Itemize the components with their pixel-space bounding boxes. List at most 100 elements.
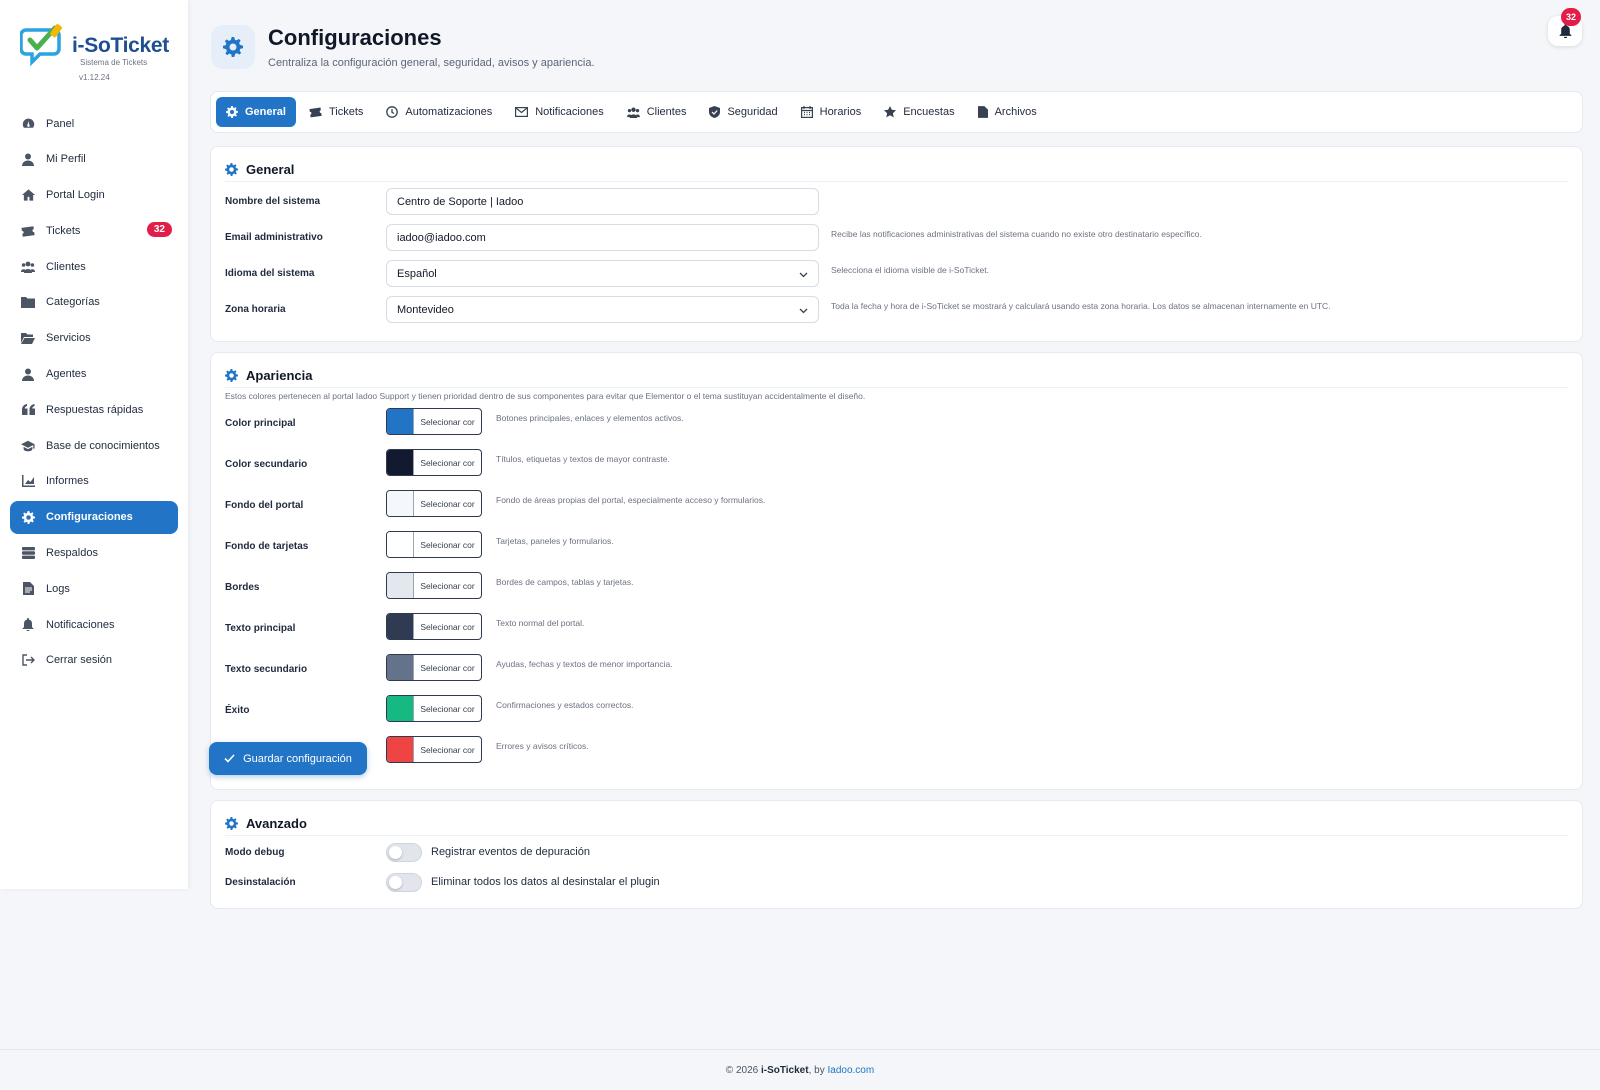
color-picker-label: Selecionar cor	[420, 539, 475, 550]
color-picker-secundario[interactable]: Selecionar cor	[386, 449, 482, 476]
color-picker-label: Selecionar cor	[420, 703, 475, 714]
admin-email-input[interactable]: iadoo@iadoo.com	[386, 224, 819, 251]
color-label: Éxito	[225, 705, 250, 716]
sidebar-item-mi-perfil[interactable]: Mi Perfil	[10, 143, 178, 176]
sidebar-item-tickets[interactable]: Tickets 32	[10, 214, 178, 247]
logout-icon	[21, 653, 35, 667]
home-icon	[21, 188, 35, 202]
tab-clientes[interactable]: Clientes	[617, 97, 697, 127]
advanced-card: Avanzado Modo debug Registrar eventos de…	[210, 800, 1583, 909]
color-label: Color principal	[225, 418, 296, 429]
sidebar-item-cerrar-sesion[interactable]: Cerrar sesión	[10, 644, 178, 677]
sidebar-item-agentes[interactable]: Agentes	[10, 358, 178, 391]
sidebar-item-notificaciones[interactable]: Notificaciones	[10, 608, 178, 641]
sidebar-item-label: Agentes	[46, 368, 87, 381]
general-card: General Nombre del sistema Centro de Sop…	[210, 146, 1583, 342]
gear-icon	[225, 816, 238, 830]
section-title-apariencia: Apariencia	[225, 365, 312, 385]
color-hint: Ayudas, fechas y textos de menor importa…	[496, 659, 673, 669]
tab-general[interactable]: General	[216, 97, 296, 127]
ticket-icon	[309, 106, 322, 118]
color-picker-label: Selecionar cor	[420, 662, 475, 673]
chevron-down-icon	[799, 305, 808, 317]
tab-label: Seguridad	[727, 106, 778, 118]
notification-count-badge: 32	[1561, 8, 1581, 26]
debug-mode-toggle[interactable]	[386, 843, 422, 862]
chevron-down-icon	[799, 269, 808, 281]
select-value: Montevideo	[397, 303, 454, 316]
sidebar-item-portal-login[interactable]: Portal Login	[10, 179, 178, 212]
tab-encuestas[interactable]: Encuestas	[874, 97, 964, 127]
sidebar-item-clientes[interactable]: Clientes	[10, 250, 178, 283]
uninstall-toggle[interactable]	[386, 873, 422, 892]
color-picker-label: Selecionar cor	[420, 621, 475, 632]
sidebar-item-label: Tickets	[46, 224, 81, 237]
tab-label: Horarios	[819, 106, 862, 118]
color-picker-error[interactable]: Selecionar cor	[386, 736, 482, 763]
toggle-knob	[389, 876, 402, 889]
footer-product: i-SoTicket	[760, 1065, 809, 1076]
tab-seguridad[interactable]: Seguridad	[699, 97, 787, 127]
section-title-text: Avanzado	[246, 815, 307, 831]
color-picker-fondo-portal[interactable]: Selecionar cor	[386, 490, 482, 517]
tab-archivos[interactable]: Archivos	[968, 97, 1047, 127]
color-swatch	[387, 491, 414, 516]
color-picker-principal[interactable]: Selecionar cor	[386, 408, 482, 435]
gear-icon	[21, 510, 35, 524]
envelope-icon	[515, 107, 529, 117]
bell-icon	[21, 618, 35, 632]
color-picker-bordes[interactable]: Selecionar cor	[386, 572, 482, 599]
save-button[interactable]: Guardar configuración	[209, 742, 367, 775]
tab-label: Tickets	[328, 106, 364, 118]
sidebar-item-label: Logs	[46, 582, 70, 595]
appearance-note: Estos colores pertenecen al portal Iadoo…	[225, 391, 866, 401]
timezone-select[interactable]: Montevideo	[386, 296, 819, 323]
sidebar-item-respuestas-rapidas[interactable]: Respuestas rápidas	[10, 393, 178, 426]
sidebar-item-informes[interactable]: Informes	[10, 465, 178, 498]
footer-link[interactable]: Iadoo.com	[827, 1065, 874, 1076]
color-label: Bordes	[225, 582, 260, 593]
field-label: Email administrativo	[225, 232, 323, 243]
color-picker-texto-secundario[interactable]: Selecionar cor	[386, 654, 482, 681]
sidebar-item-panel[interactable]: Panel	[10, 107, 178, 140]
tab-automatizaciones[interactable]: Automatizaciones	[376, 97, 502, 127]
color-label: Texto principal	[225, 623, 296, 634]
system-name-input[interactable]: Centro de Soporte | Iadoo	[386, 188, 819, 215]
color-label: Color secundario	[225, 459, 308, 470]
divider	[225, 835, 1568, 836]
color-picker-texto-principal[interactable]: Selecionar cor	[386, 613, 482, 640]
page-icon	[211, 25, 255, 69]
language-select[interactable]: Español	[386, 260, 819, 287]
uninstall-label: Eliminar todos los datos al desinstalar …	[431, 876, 660, 888]
sidebar-item-label: Configuraciones	[46, 511, 133, 524]
footer-by: , by	[808, 1065, 828, 1076]
color-picker-fondo-tarjetas[interactable]: Selecionar cor	[386, 531, 482, 558]
save-button-label: Guardar configuración	[243, 752, 352, 765]
sidebar-item-categorias[interactable]: Categorías	[10, 286, 178, 319]
color-hint: Tarjetas, paneles y formularios.	[496, 536, 614, 546]
color-swatch	[387, 655, 414, 680]
shield-icon	[709, 106, 721, 118]
color-picker-exito[interactable]: Selecionar cor	[386, 695, 482, 722]
logo[interactable]: i-SoTicket Sistema de Tickets v1.12.24	[20, 22, 180, 84]
sidebar-item-configuraciones[interactable]: Configuraciones	[10, 500, 178, 534]
color-hint: Confirmaciones y estados correctos.	[496, 700, 634, 710]
chart-icon	[21, 474, 35, 488]
page-subtitle: Centraliza la configuración general, seg…	[268, 57, 595, 69]
sidebar-item-respaldos[interactable]: Respaldos	[10, 537, 178, 570]
tab-notificaciones[interactable]: Notificaciones	[505, 97, 613, 127]
tab-tickets[interactable]: Tickets	[299, 97, 373, 127]
bell-icon	[1559, 24, 1571, 38]
tab-label: Encuestas	[903, 106, 955, 118]
graduation-cap-icon	[21, 439, 35, 453]
tab-horarios[interactable]: Horarios	[791, 97, 872, 127]
sidebar-item-base-de-conocimientos[interactable]: Base de conocimientos	[10, 429, 178, 462]
footer-copyright: © 2026	[725, 1065, 761, 1076]
sidebar-item-logs[interactable]: Logs	[10, 572, 178, 605]
field-label: Zona horaria	[225, 304, 286, 315]
sidebar-item-servicios[interactable]: Servicios	[10, 322, 178, 355]
sidebar-item-label: Panel	[46, 117, 75, 130]
color-swatch	[387, 532, 414, 557]
color-swatch	[387, 450, 414, 475]
file-icon	[21, 582, 35, 596]
